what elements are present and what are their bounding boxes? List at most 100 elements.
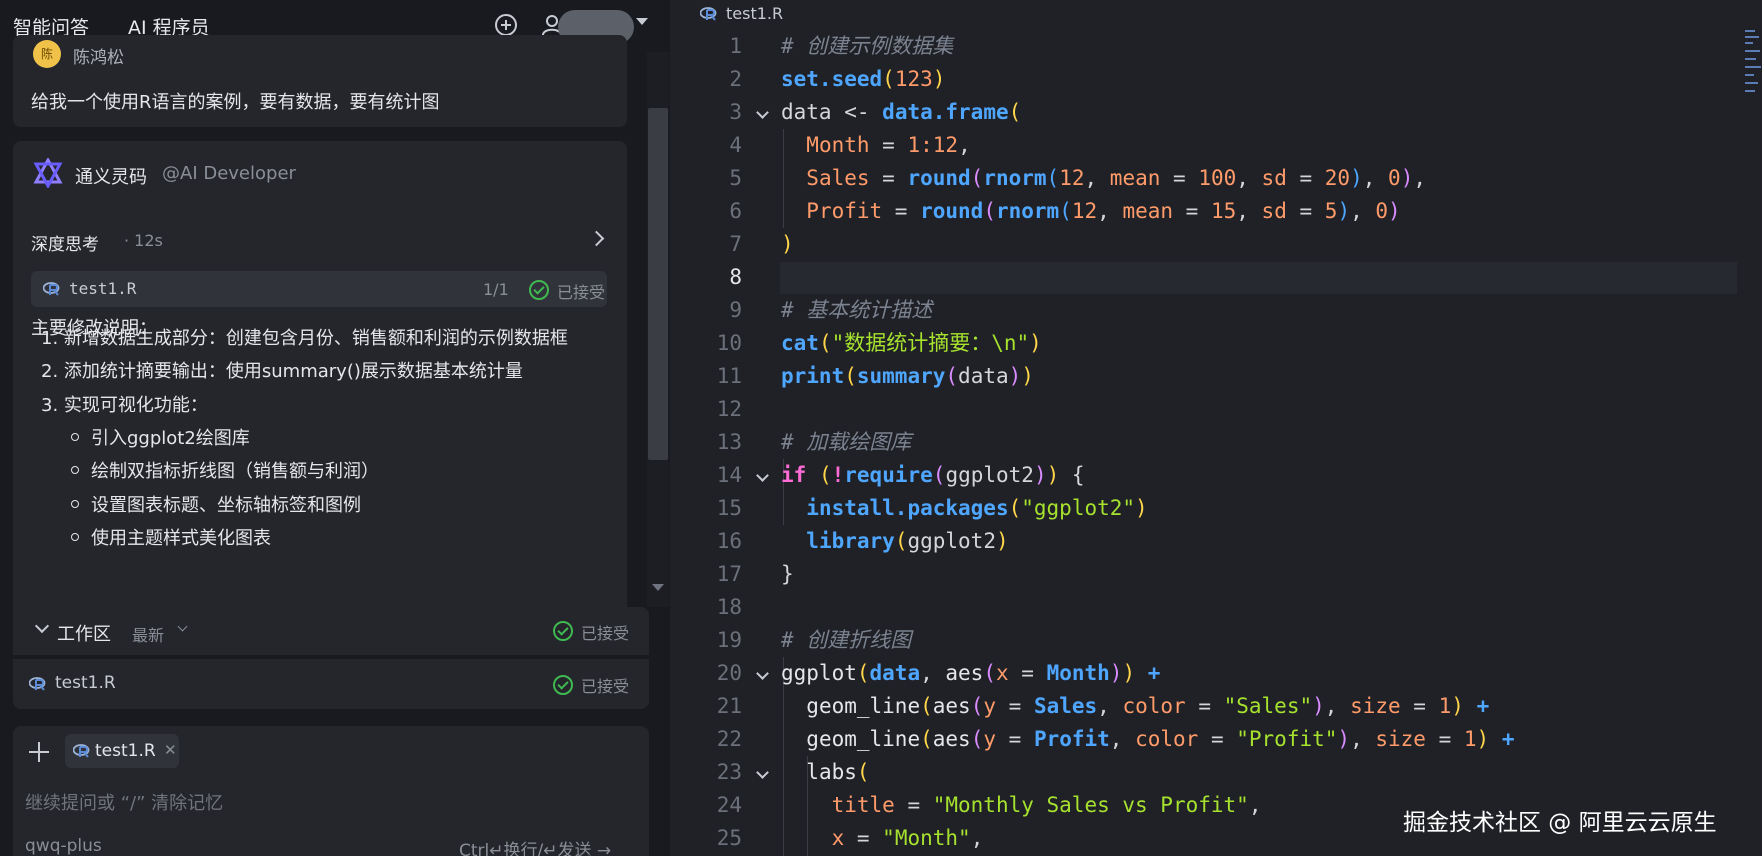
- fold-chevron-icon[interactable]: [756, 469, 769, 482]
- code-line[interactable]: 5 Sales = round(rnorm(12, mean = 100, sd…: [670, 162, 1762, 195]
- code-line[interactable]: 21 geom_line(aes(y = Sales, color = "Sal…: [670, 690, 1762, 723]
- list-item: 1. 新增数据生成部分：创建包含月份、销售额和利润的示例数据框: [41, 328, 568, 349]
- line-number: 11: [716, 364, 742, 388]
- chat-scrollbar-thumb[interactable]: [648, 108, 668, 460]
- new-chat-icon[interactable]: [495, 14, 517, 36]
- line-number: 20: [716, 661, 742, 685]
- ai-response-card: 通义灵码 @AI Developer 深度思考 · 12s test1.R 1/…: [13, 141, 627, 621]
- send-hint[interactable]: Ctrl↵换行/↵发送 →: [459, 836, 611, 856]
- code-line[interactable]: 6 Profit = round(rnorm(12, mean = 15, sd…: [670, 195, 1762, 228]
- code-line[interactable]: 11 print(summary(data)): [670, 360, 1762, 393]
- fold-chevron-icon[interactable]: [756, 106, 769, 119]
- scroll-down-arrow-icon[interactable]: [652, 584, 664, 591]
- line-number: 1: [729, 34, 742, 58]
- user-message-text: 给我一个使用R语言的案例，要有数据，要有统计图: [31, 92, 440, 113]
- context-file-chip[interactable]: test1.R ✕: [65, 734, 179, 768]
- r-file-icon: [29, 677, 46, 691]
- code-line[interactable]: 16 library(ggplot2): [670, 525, 1762, 558]
- code-line[interactable]: 13 # 加载绘图库: [670, 426, 1762, 459]
- ai-handle: @AI Developer: [162, 163, 296, 184]
- code-line[interactable]: 15 install.packages("ggplot2"): [670, 492, 1762, 525]
- line-number: 10: [716, 331, 742, 355]
- list-item: 3. 实现可视化功能：: [41, 395, 208, 416]
- code-line[interactable]: 1 # 创建示例数据集: [670, 30, 1762, 63]
- list-item: 引入ggplot2绘图库: [91, 428, 250, 449]
- user-message-card: 陈 陈鸿松 给我一个使用R语言的案例，要有数据，要有统计图: [13, 35, 627, 127]
- chat-input-placeholder[interactable]: 继续提问或 “/” 清除记忆: [25, 789, 223, 815]
- code-line[interactable]: 10 cat("数据统计摘要：\n"): [670, 327, 1762, 360]
- line-number: 16: [716, 529, 742, 553]
- line-number: 17: [716, 562, 742, 586]
- thinking-time: · 12s: [124, 231, 163, 250]
- code-line[interactable]: 18: [670, 591, 1762, 624]
- list-item: 绘制双指标折线图（销售额与利润）: [91, 461, 379, 482]
- line-number: 9: [729, 298, 742, 322]
- tongyi-logo-icon: [33, 158, 63, 188]
- line-number: 5: [729, 166, 742, 190]
- watermark: 掘金技术社区 @ 阿里云云原生: [1403, 810, 1717, 836]
- line-number: 14: [716, 463, 742, 487]
- workspace-filter[interactable]: 最新: [132, 622, 164, 646]
- line-number: 3: [729, 100, 742, 124]
- code-line[interactable]: 4 Month = 1:12,: [670, 129, 1762, 162]
- r-file-icon: [73, 744, 90, 758]
- divider: [13, 655, 649, 659]
- chat-panel: 智能问答 AI 程序员 陈 陈鸿松 给我一个使用R语言的案例，要有数据，要有统计…: [0, 0, 670, 856]
- check-circle-icon: [529, 280, 549, 300]
- bullet-icon: [71, 466, 79, 474]
- line-number: 24: [716, 793, 742, 817]
- line-number: 13: [716, 430, 742, 454]
- check-circle-icon: [553, 621, 573, 641]
- add-context-button[interactable]: [25, 738, 53, 766]
- fold-chevron-icon[interactable]: [756, 766, 769, 779]
- code-line[interactable]: 2 set.seed(123): [670, 63, 1762, 96]
- workspace-file-status: 已接受: [581, 677, 630, 696]
- line-number: 15: [716, 496, 742, 520]
- chevron-down-icon[interactable]: [636, 18, 648, 25]
- line-number: 7: [729, 232, 742, 256]
- check-circle-icon: [553, 675, 573, 695]
- chat-input-box[interactable]: test1.R ✕ 继续提问或 “/” 清除记忆 qwq-plus Ctrl↵换…: [13, 726, 649, 856]
- code-line[interactable]: 17}: [670, 558, 1762, 591]
- bullet-icon: [71, 433, 79, 441]
- code-line[interactable]: 22 geom_line(aes(y = Profit, color = "Pr…: [670, 723, 1762, 756]
- line-number: 22: [716, 727, 742, 751]
- user-avatar: 陈: [33, 40, 61, 68]
- file-status: 已接受: [557, 283, 606, 302]
- changed-file-row[interactable]: test1.R 1/1 已接受: [31, 271, 607, 307]
- code-line[interactable]: 23 labs(: [670, 756, 1762, 789]
- code-line[interactable]: 19 # 创建折线图: [670, 624, 1762, 657]
- workspace-title: 工作区: [57, 624, 111, 645]
- r-file-icon: [43, 282, 60, 296]
- workspace-status: 已接受: [581, 624, 630, 643]
- fold-chevron-icon[interactable]: [756, 667, 769, 680]
- deep-thinking-toggle[interactable]: 深度思考: [31, 230, 99, 255]
- workspace-header[interactable]: 工作区 最新 已接受: [13, 607, 649, 655]
- line-number: 25: [716, 826, 742, 850]
- code-line[interactable]: 12: [670, 393, 1762, 426]
- code-line[interactable]: 9 # 基本统计描述: [670, 294, 1762, 327]
- chevron-right-icon[interactable]: [588, 230, 605, 247]
- code-editor[interactable]: test1.R 1 # 创建示例数据集 2 set.seed(123) 3 data …: [670, 0, 1762, 856]
- chevron-down-icon[interactable]: [34, 618, 50, 634]
- line-number: 21: [716, 694, 742, 718]
- r-file-icon: [700, 7, 717, 21]
- code-line[interactable]: 14 if (!require(ggplot2)) {: [670, 459, 1762, 492]
- line-number: 4: [729, 133, 742, 157]
- code-line[interactable]: 7): [670, 228, 1762, 261]
- code-line[interactable]: 8: [670, 261, 1762, 294]
- close-icon[interactable]: ✕: [164, 741, 177, 759]
- list-item: 设置图表标题、坐标轴标签和图例: [91, 495, 361, 516]
- user-name: 陈鸿松: [73, 48, 124, 68]
- code-line[interactable]: 20 ggplot(data, aes(x = Month)) +: [670, 657, 1762, 690]
- chevron-down-icon[interactable]: [177, 621, 188, 632]
- bullet-icon: [71, 533, 79, 541]
- line-number: 8: [729, 265, 742, 289]
- workspace-file-name[interactable]: test1.R: [55, 673, 116, 693]
- line-number: 23: [716, 760, 742, 784]
- line-number: 6: [729, 199, 742, 223]
- file-count: 1/1: [483, 280, 509, 299]
- model-selector[interactable]: qwq-plus: [25, 836, 102, 856]
- code-line[interactable]: 3 data <- data.frame(: [670, 96, 1762, 129]
- line-number: 12: [716, 397, 742, 421]
